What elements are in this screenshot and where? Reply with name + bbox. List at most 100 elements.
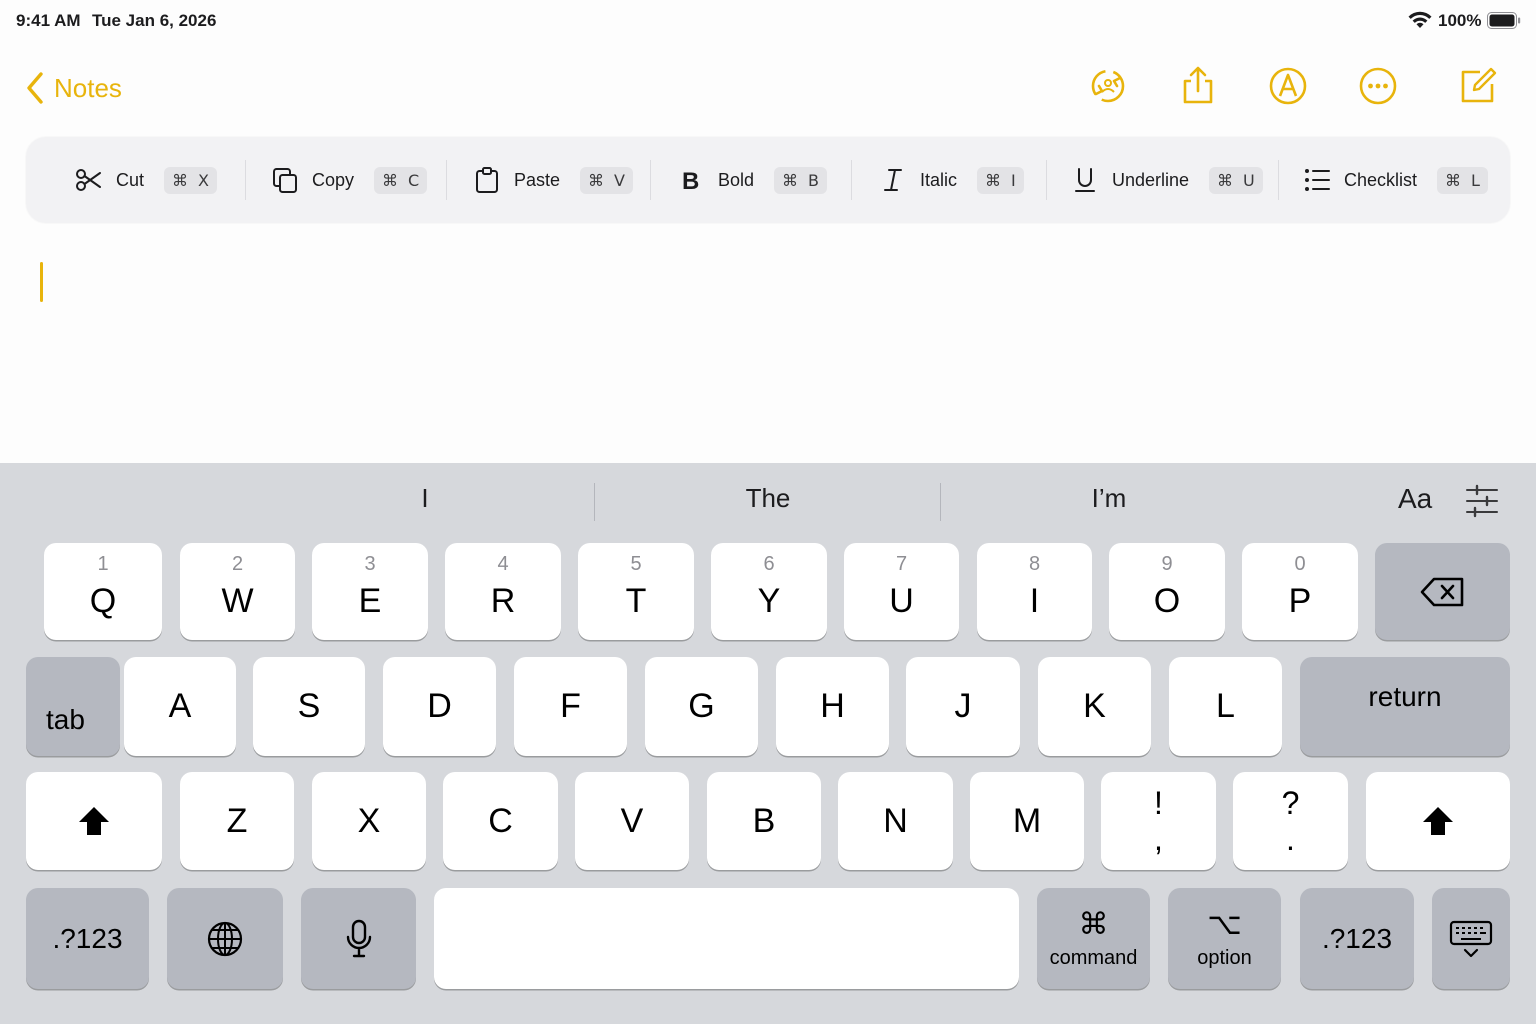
keyboard: I The I’m Aa 1Q 2W 3E 4R 5T 6Y 7U 8I 9O … (0, 463, 1536, 1024)
key-f[interactable]: F (514, 657, 627, 756)
tab-key[interactable]: tab (26, 657, 120, 756)
paste-button[interactable]: Paste ⌘ V (472, 137, 633, 223)
key-k[interactable]: K (1038, 657, 1151, 756)
key-x[interactable]: X (312, 772, 426, 870)
status-time: 9:41 AM (16, 11, 81, 30)
markup-button[interactable] (1266, 64, 1310, 108)
key-a[interactable]: A (124, 657, 236, 756)
keyboard-dismiss-icon (1449, 920, 1493, 957)
status-date: Tue Jan 6, 2026 (92, 11, 217, 30)
bold-icon: B (676, 165, 706, 195)
shift-key-left[interactable] (26, 772, 162, 870)
key-p[interactable]: 0P (1242, 543, 1358, 640)
markup-pen-icon (1269, 67, 1307, 105)
underline-shortcut: ⌘ U (1209, 166, 1263, 194)
key-u[interactable]: 7U (844, 543, 959, 640)
key-z[interactable]: Z (180, 772, 294, 870)
suggestion-bar: I The I’m Aa (0, 463, 1536, 541)
underline-button[interactable]: Underline ⌘ U (1070, 137, 1263, 223)
key-b[interactable]: B (707, 772, 821, 870)
copy-icon (270, 165, 300, 195)
more-button[interactable] (1356, 64, 1400, 108)
suggestion-item[interactable]: The (746, 483, 791, 514)
key-g[interactable]: G (645, 657, 758, 756)
key-w[interactable]: 2W (180, 543, 295, 640)
dictation-key[interactable] (301, 888, 416, 989)
key-i[interactable]: 8I (977, 543, 1092, 640)
key-q[interactable]: 1Q (44, 543, 162, 640)
cut-button[interactable]: Cut ⌘ X (74, 137, 217, 223)
wifi-icon (1408, 11, 1432, 28)
back-button[interactable]: Notes (24, 68, 122, 108)
key-exclamation-comma[interactable]: !, (1101, 772, 1216, 870)
suggestion-divider (940, 483, 941, 521)
toolbar-divider (1278, 160, 1279, 200)
delete-backward-icon (1420, 577, 1463, 606)
underline-icon (1070, 165, 1100, 195)
dismiss-keyboard-key[interactable] (1432, 888, 1510, 989)
numbers-key-left[interactable]: .?123 (26, 888, 149, 989)
space-key[interactable] (434, 888, 1019, 989)
shift-key-right[interactable] (1366, 772, 1510, 870)
checklist-shortcut: ⌘ L (1437, 166, 1488, 194)
format-toolbar: Cut ⌘ X Copy ⌘ C Paste ⌘ V B Bold ⌘ B It… (26, 137, 1510, 223)
key-question-period[interactable]: ?. (1233, 772, 1348, 870)
key-h[interactable]: H (776, 657, 889, 756)
cut-label: Cut (116, 169, 145, 190)
bold-shortcut: ⌘ B (774, 166, 828, 194)
copy-label: Copy (312, 169, 355, 190)
toolbar-divider (650, 160, 651, 200)
italic-icon (878, 165, 908, 195)
italic-button[interactable]: Italic ⌘ I (878, 137, 1024, 223)
return-key[interactable]: return (1300, 657, 1510, 756)
checklist-button[interactable]: Checklist ⌘ L (1302, 137, 1488, 223)
checklist-label: Checklist (1344, 169, 1418, 190)
paste-shortcut: ⌘ V (580, 166, 633, 194)
ellipsis-circle-icon (1359, 67, 1397, 105)
compose-button[interactable] (1456, 64, 1500, 108)
checklist-icon (1302, 165, 1332, 195)
share-note-button[interactable] (1086, 64, 1130, 108)
text-cursor (40, 262, 43, 302)
back-label: Notes (54, 72, 122, 103)
toolbar-divider (446, 160, 447, 200)
key-e[interactable]: 3E (312, 543, 428, 640)
key-j[interactable]: J (906, 657, 1020, 756)
share-button[interactable] (1176, 64, 1220, 108)
globe-key[interactable] (167, 888, 283, 989)
key-o[interactable]: 9O (1109, 543, 1225, 640)
key-v[interactable]: V (575, 772, 689, 870)
key-y[interactable]: 6Y (711, 543, 827, 640)
share-icon (1183, 66, 1213, 104)
shift-icon (1423, 807, 1453, 835)
key-l[interactable]: L (1169, 657, 1282, 756)
toolbar-divider (245, 160, 246, 200)
key-t[interactable]: 5T (578, 543, 694, 640)
option-key[interactable]: ⌥ option (1168, 888, 1281, 989)
command-key[interactable]: ⌘ command (1037, 888, 1150, 989)
key-n[interactable]: N (838, 772, 953, 870)
suggestion-item[interactable]: I’m (1092, 483, 1127, 514)
scissors-icon (74, 165, 104, 195)
suggestion-divider (594, 483, 595, 521)
key-c[interactable]: C (443, 772, 558, 870)
bold-label: Bold (718, 169, 755, 190)
key-r[interactable]: 4R (445, 543, 561, 640)
microphone-icon (346, 919, 371, 957)
underline-label: Underline (1112, 169, 1190, 190)
numbers-key-right[interactable]: .?123 (1300, 888, 1414, 989)
key-m[interactable]: M (970, 772, 1084, 870)
suggestion-item[interactable]: I (421, 483, 428, 514)
battery-percent: 100% (1438, 11, 1482, 30)
collaborate-icon (1091, 69, 1125, 103)
cut-shortcut: ⌘ X (164, 166, 217, 194)
toolbar-divider (1046, 160, 1047, 200)
copy-button[interactable]: Copy ⌘ C (270, 137, 428, 223)
svg-text:B: B (682, 168, 699, 194)
key-d[interactable]: D (383, 657, 496, 756)
delete-key[interactable] (1375, 543, 1510, 640)
sliders-icon[interactable] (1464, 483, 1500, 519)
key-s[interactable]: S (253, 657, 365, 756)
bold-button[interactable]: B Bold ⌘ B (676, 137, 828, 223)
text-format-button[interactable]: Aa (1398, 483, 1432, 515)
